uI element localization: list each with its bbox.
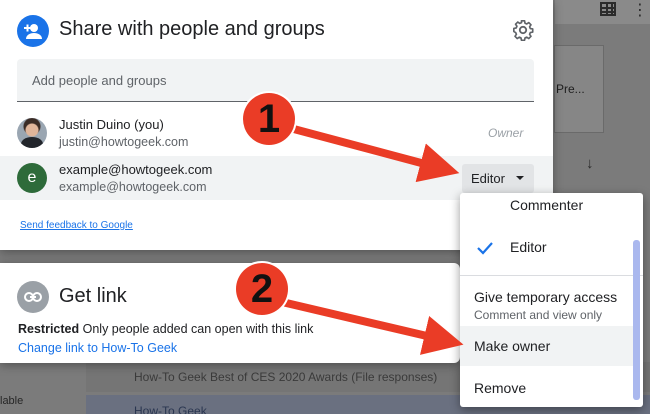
role-menu: Commenter Editor Give temporary access C… — [460, 193, 643, 407]
menu-scrollbar[interactable] — [633, 240, 640, 400]
menu-item-editor[interactable]: Editor — [460, 239, 643, 255]
person-name: example@howtogeek.com — [59, 162, 213, 177]
person-add-icon — [17, 15, 49, 47]
share-dialog-title: Share with people and groups — [59, 18, 325, 40]
avatar — [17, 118, 47, 148]
get-link-card: Get link Restricted Only people added ca… — [0, 263, 460, 363]
annotation-step-2: 2 — [236, 263, 288, 315]
menu-item-remove[interactable]: Remove — [460, 380, 643, 396]
restricted-label: Restricted — [18, 322, 80, 336]
menu-item-commenter[interactable]: Commenter — [460, 197, 643, 213]
chevron-down-icon — [516, 176, 524, 180]
access-description-text: Only people added can open with this lin… — [82, 322, 314, 336]
change-link-button[interactable]: Change link to How-To Geek — [18, 341, 177, 355]
sort-arrow-icon: ↓ — [586, 155, 594, 172]
get-link-title: Get link — [59, 285, 127, 307]
grid-view-icon[interactable] — [600, 2, 616, 16]
send-feedback-link[interactable]: Send feedback to Google — [20, 220, 133, 231]
background-left-text: lable — [0, 395, 24, 407]
link-access-description: Restricted Only people added can open wi… — [18, 322, 313, 336]
owner-role-label: Owner — [488, 126, 524, 140]
background-row-text: How-To Geek Best of CES 2020 Awards (Fil… — [134, 370, 438, 384]
person-name: Justin Duino (you) — [59, 117, 164, 132]
temporary-access-sublabel: Comment and view only — [474, 308, 603, 322]
avatar: e — [17, 163, 47, 193]
link-icon — [17, 281, 49, 313]
person-email: example@howtogeek.com — [59, 180, 207, 194]
menu-item-temporary-access[interactable]: Give temporary access — [460, 289, 643, 305]
gear-icon[interactable] — [512, 19, 534, 46]
background-card-label: Pre... — [556, 82, 585, 96]
background-row-text: How-To Geek — [134, 404, 207, 414]
menu-divider — [460, 275, 643, 276]
more-vert-icon[interactable]: ⋮ — [632, 0, 648, 20]
annotation-step-1: 1 — [243, 93, 295, 145]
person-email: justin@howtogeek.com — [59, 135, 189, 149]
menu-item-make-owner[interactable]: Make owner — [460, 338, 643, 354]
